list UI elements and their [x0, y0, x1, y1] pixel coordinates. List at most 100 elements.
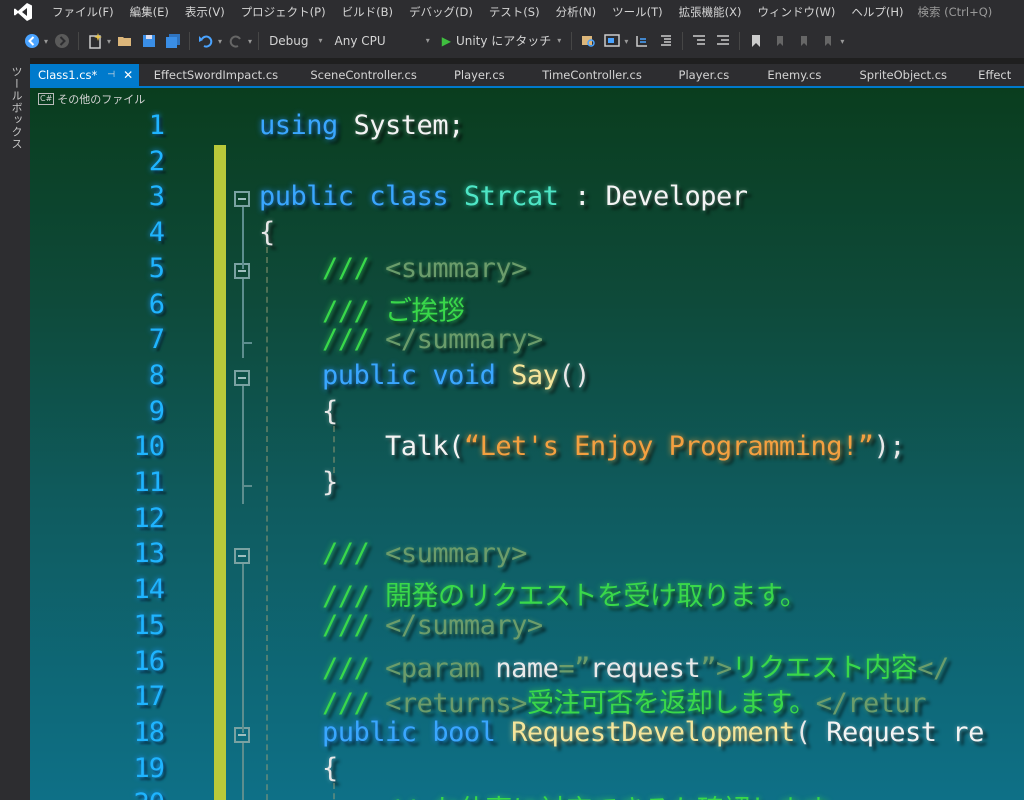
- save-icon[interactable]: [140, 32, 158, 50]
- code-line[interactable]: /// </summary>: [259, 610, 543, 641]
- toolbar-separator: [739, 32, 741, 50]
- platform-select[interactable]: Any CPU ▾: [329, 31, 436, 51]
- code-line[interactable]: /// <returns>受注可否を返却します。</retur: [259, 681, 926, 720]
- visual-studio-logo-icon[interactable]: [10, 0, 36, 24]
- pin-icon[interactable]: ⊣: [107, 64, 115, 86]
- navigation-bar[interactable]: C# その他のファイル: [38, 90, 145, 108]
- code-line[interactable]: // お仕事に対応できるか確認します: [259, 788, 830, 800]
- back-dropdown-icon[interactable]: ▾: [44, 37, 48, 46]
- code-token: ///: [322, 609, 386, 641]
- code-token: リクエスト内容: [731, 652, 918, 684]
- menu-item[interactable]: 表示(V): [177, 0, 233, 24]
- browser-dropdown-icon[interactable]: ▾: [624, 37, 628, 46]
- attach-unity-button[interactable]: ▶ Unity にアタッチ ▾: [436, 31, 568, 51]
- code-line[interactable]: public bool RequestDevelopment( Request …: [259, 717, 984, 748]
- tab-8[interactable]: Effect: [965, 64, 1024, 86]
- toolbar-separator: [78, 32, 80, 50]
- bookmark-icon[interactable]: [747, 32, 765, 50]
- collapse-toggle-icon[interactable]: [234, 548, 250, 565]
- clear-bookmark-icon[interactable]: [819, 32, 837, 50]
- code-token: =”: [558, 652, 590, 684]
- step-icon[interactable]: [633, 32, 651, 50]
- code-line[interactable]: Talk(“Let's Enjoy Programming!”);: [259, 431, 905, 462]
- menu-item[interactable]: 拡張機能(X): [671, 0, 750, 24]
- menu-item[interactable]: 編集(E): [122, 0, 177, 24]
- tab-4[interactable]: TimeController.cs: [524, 64, 660, 86]
- code-line[interactable]: {: [259, 753, 338, 784]
- tab-1[interactable]: EffectSwordImpact.cs: [139, 64, 292, 86]
- line-number: 5: [148, 252, 165, 284]
- search-input[interactable]: 検索 (Ctrl+Q): [918, 0, 993, 24]
- find-file-icon[interactable]: [579, 32, 597, 50]
- open-folder-icon[interactable]: [116, 32, 134, 50]
- format-icon[interactable]: [657, 32, 675, 50]
- save-all-icon[interactable]: [164, 32, 182, 50]
- code-line[interactable]: /// <summary>: [259, 253, 527, 284]
- code-token: ///: [322, 324, 386, 356]
- new-project-icon[interactable]: [86, 32, 104, 50]
- comment-icon[interactable]: [690, 32, 708, 50]
- redo-dropdown-icon[interactable]: ▾: [248, 37, 252, 46]
- code-token: public: [259, 181, 354, 213]
- menu-item[interactable]: ツール(T): [604, 0, 671, 24]
- tab-2[interactable]: SceneController.cs: [293, 64, 435, 86]
- tab-0[interactable]: Class1.cs* ⊣ ✕: [30, 64, 140, 86]
- code-line[interactable]: public class Strcat : Developer: [259, 181, 748, 213]
- line-number: 16: [133, 645, 165, 677]
- code-line[interactable]: /// <summary>: [259, 538, 527, 569]
- outline-end-tick: [242, 342, 252, 345]
- code-token: “Let's Enjoy Programming!”: [463, 431, 874, 463]
- menu-item[interactable]: プロジェクト(P): [233, 0, 334, 24]
- line-number: 19: [133, 752, 165, 784]
- undo-icon[interactable]: [197, 32, 215, 50]
- back-icon[interactable]: [23, 32, 41, 50]
- menu-item[interactable]: 分析(N): [548, 0, 605, 24]
- undo-dropdown-icon[interactable]: ▾: [218, 37, 222, 46]
- browser-icon[interactable]: [603, 32, 621, 50]
- forward-icon[interactable]: [53, 32, 71, 50]
- menu-item[interactable]: ウィンドウ(W): [750, 0, 844, 24]
- code-line[interactable]: /// 開発のリクエストを受け取ります。: [259, 574, 807, 613]
- code-token: <summary>: [385, 252, 527, 284]
- toolbar-separator: [258, 32, 260, 50]
- code-token: ///: [322, 652, 386, 684]
- code-line[interactable]: /// <param name=”request”>リクエスト内容</: [259, 646, 949, 685]
- tab-5[interactable]: Player.cs: [660, 64, 748, 86]
- tab-7[interactable]: SpriteObject.cs: [841, 64, 965, 86]
- next-bookmark-icon[interactable]: [795, 32, 813, 50]
- code-line[interactable]: /// </summary>: [259, 324, 543, 355]
- close-icon[interactable]: ✕: [123, 64, 133, 86]
- new-dropdown-icon[interactable]: ▾: [107, 37, 111, 46]
- prev-bookmark-icon[interactable]: [771, 32, 789, 50]
- menu-item[interactable]: ビルド(B): [334, 0, 401, 24]
- uncomment-icon[interactable]: [714, 32, 732, 50]
- code-editor[interactable]: C# その他のファイル 1 2 3 4 5 6 7 8 9 10 11 12 13 14 15 16 17 18 1…: [30, 88, 1024, 800]
- code-token: }: [322, 467, 338, 498]
- menu-item[interactable]: テスト(S): [481, 0, 548, 24]
- configuration-select[interactable]: Debug ▾: [263, 31, 328, 51]
- code-token: Request re: [826, 716, 984, 748]
- menu-item[interactable]: ヘルプ(H): [843, 0, 911, 24]
- menu-item[interactable]: ファイル(F): [44, 0, 122, 24]
- code-line[interactable]: using System;: [259, 110, 464, 141]
- collapse-toggle-icon[interactable]: [234, 191, 250, 208]
- code-token: class: [369, 181, 449, 213]
- code-line[interactable]: {: [259, 217, 275, 248]
- code-line[interactable]: /// ご挨拶: [259, 289, 465, 328]
- code-line[interactable]: {: [259, 396, 338, 427]
- tab-6[interactable]: Enemy.cs: [748, 64, 841, 86]
- menu-item[interactable]: デバッグ(D): [401, 0, 481, 24]
- toolbar-overflow-icon[interactable]: ▾: [840, 37, 844, 46]
- code-token: );: [873, 431, 905, 463]
- tab-label: TimeController.cs: [542, 68, 642, 82]
- toolbox-tab[interactable]: ツールボックス: [8, 66, 24, 150]
- tab-3[interactable]: Player.cs: [435, 64, 525, 86]
- redo-icon[interactable]: [227, 32, 245, 50]
- code-line[interactable]: }: [259, 467, 338, 498]
- code-line[interactable]: public void Say(): [259, 360, 590, 391]
- collapse-toggle-icon[interactable]: [234, 369, 250, 386]
